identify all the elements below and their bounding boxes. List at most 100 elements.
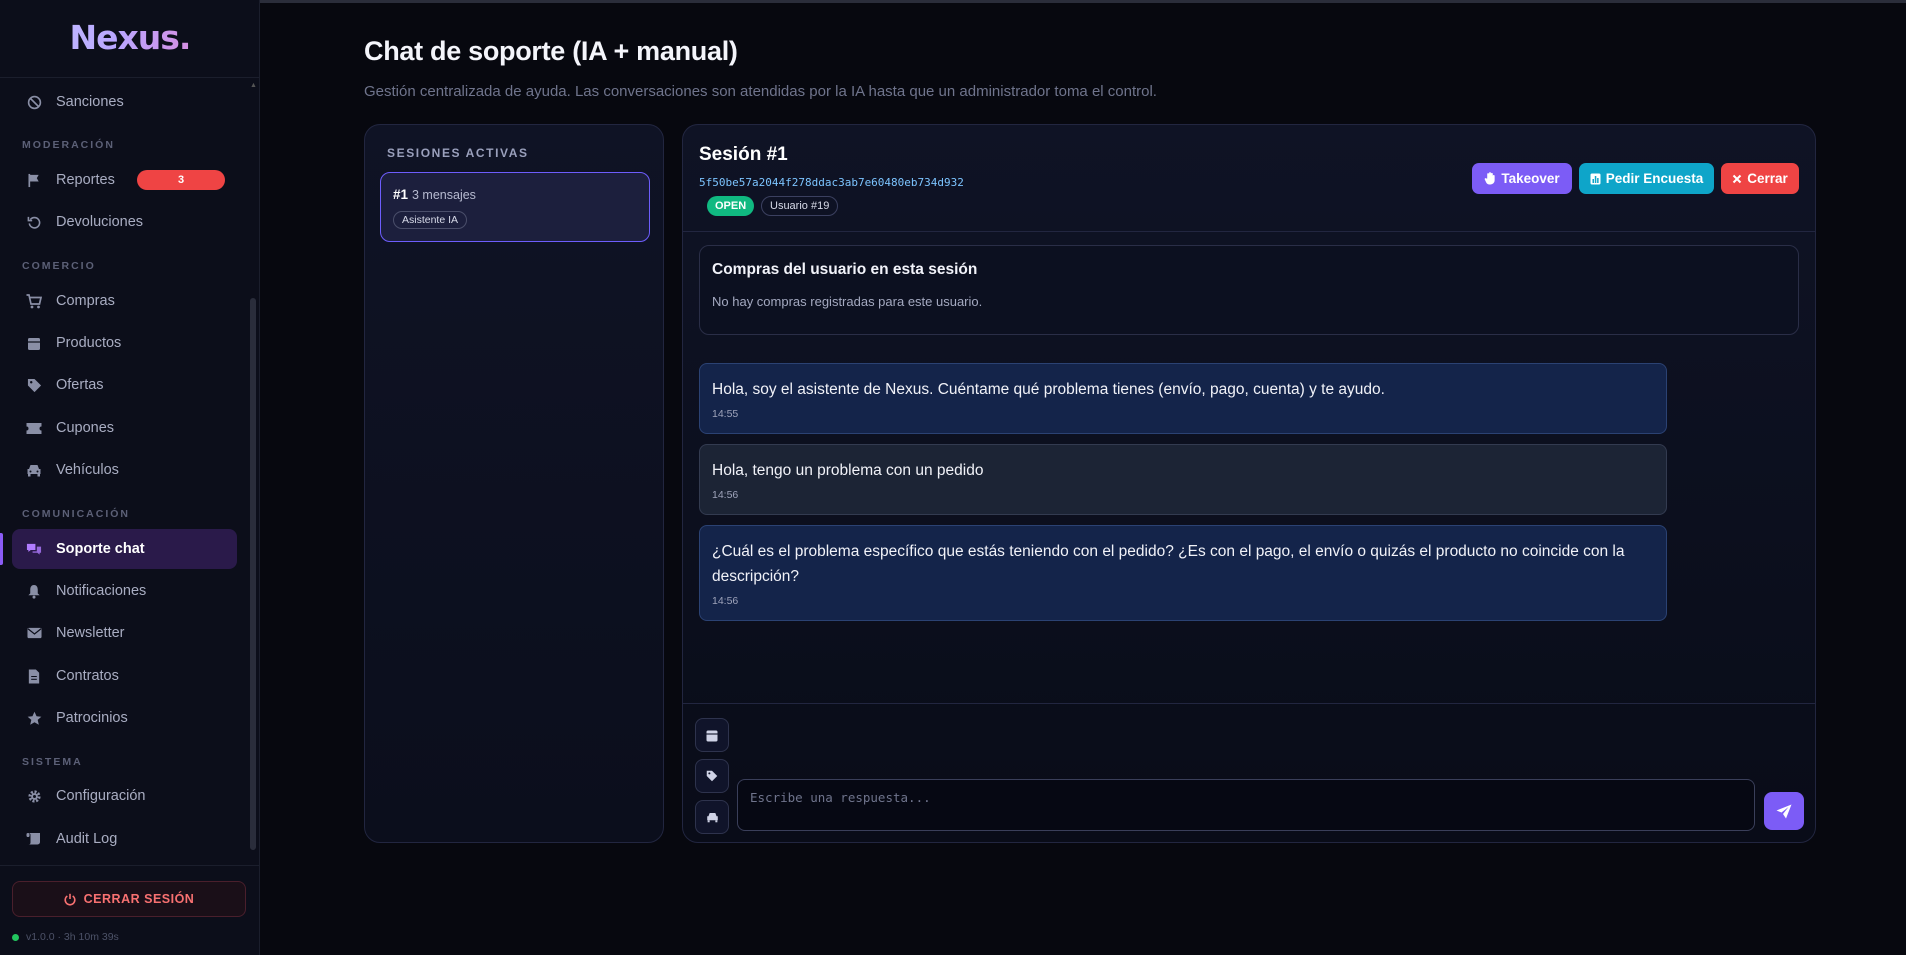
chat-session-title: Sesión #1 xyxy=(699,144,788,165)
section-comercio: COMERCIO xyxy=(22,260,96,272)
sidebar-item-reportes[interactable]: Reportes 3 xyxy=(12,160,237,200)
message-text: ¿Cuál es el problema específico que está… xyxy=(712,543,1625,585)
sidebar-item-sanciones[interactable]: Sanciones xyxy=(12,82,237,122)
sessions-title: SESIONES ACTIVAS xyxy=(387,146,529,160)
ban-icon xyxy=(26,94,42,110)
sidebar-item-label: Reportes xyxy=(56,172,115,188)
sidebar-item-label: Compras xyxy=(56,293,115,309)
status-badge: OPEN xyxy=(707,196,755,216)
chat-panel: Sesión #1 5f50be57a2044f278ddac3ab7e6048… xyxy=(682,124,1816,843)
sidebar-scrollbar[interactable] xyxy=(250,298,256,850)
cart-icon xyxy=(26,293,42,309)
close-session-label: Cerrar xyxy=(1747,171,1788,186)
section-sistema: SISTEMA xyxy=(22,756,83,768)
sessions-panel: SESIONES ACTIVAS #1 3 mensajes Asistente… xyxy=(364,124,664,843)
sidebar-item-label: Audit Log xyxy=(56,831,118,847)
page-title: Chat de soporte (IA + manual) xyxy=(364,36,738,66)
sidebar: Nexus. ▲ Sanciones MODERACIÓN Reportes 3… xyxy=(0,0,260,955)
bell-icon xyxy=(26,583,42,599)
sidebar-item-label: Contratos xyxy=(56,668,119,684)
message-time: 14:56 xyxy=(712,489,739,501)
chat-header-divider xyxy=(683,231,1815,232)
send-icon xyxy=(1776,804,1792,819)
tag-icon xyxy=(26,377,42,393)
logo-divider xyxy=(0,77,260,78)
box-icon xyxy=(706,729,718,742)
sidebar-item-ofertas[interactable]: Ofertas xyxy=(12,365,237,405)
sidebar-item-label: Devoluciones xyxy=(56,214,144,230)
box-icon xyxy=(26,335,42,351)
logout-divider xyxy=(0,865,260,866)
session-number: #1 xyxy=(393,187,409,202)
scroll-up-icon[interactable]: ▲ xyxy=(250,82,257,89)
window-top-border xyxy=(0,0,1906,3)
app-logo[interactable]: Nexus. xyxy=(0,18,260,57)
takeover-button[interactable]: Takeover xyxy=(1472,163,1572,194)
purchases-empty-text: No hay compras registradas para este usu… xyxy=(712,294,983,309)
sidebar-item-patrocinios[interactable]: Patrocinios xyxy=(12,698,237,738)
sidebar-item-label: Cupones xyxy=(56,420,115,436)
page-subtitle: Gestión centralizada de ayuda. Las conve… xyxy=(364,83,1157,100)
request-survey-label: Pedir Encuesta xyxy=(1605,171,1704,186)
sidebar-item-audit-log[interactable]: Audit Log xyxy=(12,819,237,859)
logout-button[interactable]: CERRAR SESIÓN xyxy=(12,881,246,917)
session-card[interactable]: #1 3 mensajes Asistente IA xyxy=(380,172,650,242)
version-status: v1.0.0 · 3h 10m 39s xyxy=(12,931,119,943)
message-time: 14:56 xyxy=(712,595,739,607)
online-status-dot xyxy=(12,933,19,941)
sidebar-item-cupones[interactable]: Cupones xyxy=(12,408,237,448)
sidebar-item-devoluciones[interactable]: Devoluciones xyxy=(12,202,237,242)
undo-icon xyxy=(26,214,42,230)
ticket-icon xyxy=(26,420,42,436)
sidebar-item-vehiculos[interactable]: Vehículos xyxy=(12,450,237,490)
reply-input[interactable] xyxy=(737,779,1755,831)
message-time: 14:55 xyxy=(712,408,739,420)
sidebar-item-soporte-chat[interactable]: Soporte chat xyxy=(12,529,237,569)
user-badge: Usuario #19 xyxy=(761,196,839,216)
sidebar-item-label: Patrocinios xyxy=(56,710,128,726)
request-survey-button[interactable]: Pedir Encuesta xyxy=(1579,163,1714,194)
sidebar-item-label: Notificaciones xyxy=(56,583,147,599)
close-icon xyxy=(1732,174,1742,184)
sidebar-item-label: Configuración xyxy=(56,788,146,804)
sidebar-item-productos[interactable]: Productos xyxy=(12,323,237,363)
sidebar-item-label: Soporte chat xyxy=(56,541,145,557)
sidebar-item-newsletter[interactable]: Newsletter xyxy=(12,613,237,653)
gear-icon xyxy=(26,788,42,804)
close-session-button[interactable]: Cerrar xyxy=(1721,163,1799,194)
session-message-count: 3 mensajes xyxy=(412,188,476,202)
sidebar-item-label: Sanciones xyxy=(56,94,124,110)
message-text: Hola, soy el asistente de Nexus. Cuéntam… xyxy=(712,381,1385,398)
attach-coupon-button[interactable] xyxy=(695,759,729,793)
sidebar-item-label: Newsletter xyxy=(56,625,125,641)
document-icon xyxy=(26,668,42,684)
takeover-label: Takeover xyxy=(1501,171,1560,186)
sidebar-item-label: Ofertas xyxy=(56,377,104,393)
purchases-title: Compras del usuario en esta sesión xyxy=(712,261,978,278)
sidebar-item-label: Vehículos xyxy=(56,462,119,478)
chat-message-bot: ¿Cuál es el problema específico que está… xyxy=(699,525,1667,621)
send-button[interactable] xyxy=(1764,792,1804,830)
star-icon xyxy=(26,710,42,726)
car-icon xyxy=(706,811,719,823)
version-label: v1.0.0 · 3h 10m 39s xyxy=(26,931,119,943)
sidebar-item-contratos[interactable]: Contratos xyxy=(12,656,237,696)
user-purchases-card: Compras del usuario en esta sesión No ha… xyxy=(699,245,1799,335)
session-agent-tag: Asistente IA xyxy=(393,211,468,229)
section-comunicacion: COMUNICACIÓN xyxy=(22,508,130,520)
attach-vehicle-button[interactable] xyxy=(695,800,729,834)
chat-message-user: Hola, tengo un problema con un pedido 14… xyxy=(699,444,1667,515)
car-icon xyxy=(26,462,42,478)
tag-icon xyxy=(706,770,718,782)
active-indicator xyxy=(0,533,3,565)
scroll-icon xyxy=(26,831,42,847)
chat-icon xyxy=(26,541,42,557)
sidebar-item-compras[interactable]: Compras xyxy=(12,281,237,321)
sidebar-item-configuracion[interactable]: Configuración xyxy=(12,776,237,816)
attach-purchase-button[interactable] xyxy=(695,718,729,752)
hand-icon xyxy=(1484,172,1496,185)
composer-divider xyxy=(683,703,1815,704)
flag-icon xyxy=(26,172,42,188)
sidebar-item-label: Productos xyxy=(56,335,122,351)
sidebar-item-notificaciones[interactable]: Notificaciones xyxy=(12,571,237,611)
